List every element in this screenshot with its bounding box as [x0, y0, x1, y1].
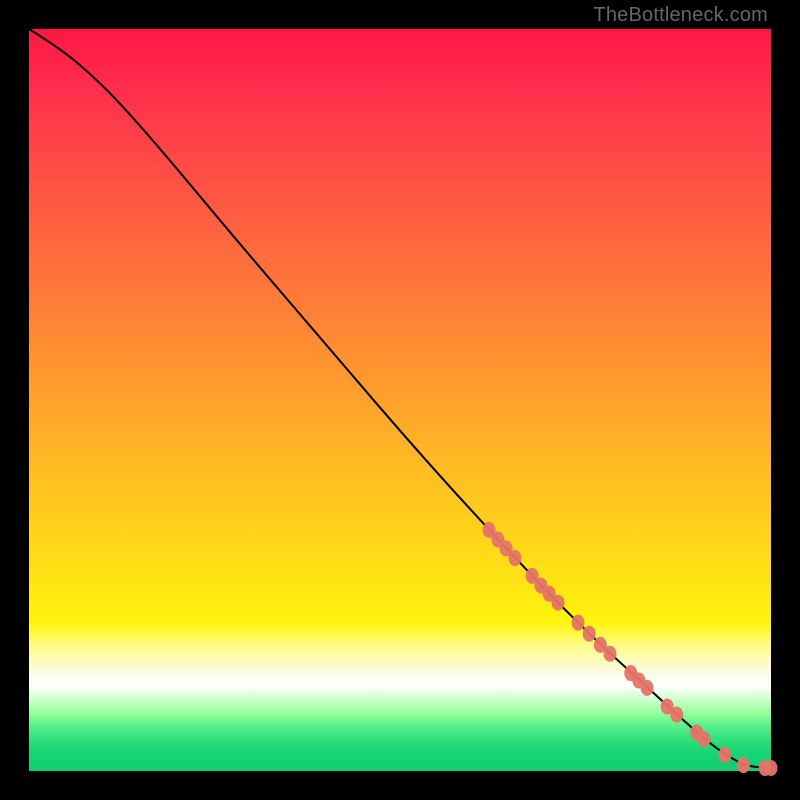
chart-overlay — [29, 29, 771, 771]
data-marker — [719, 747, 732, 763]
data-marker — [509, 550, 522, 566]
data-marker — [670, 707, 683, 723]
data-marker — [552, 595, 565, 611]
data-marker — [737, 757, 750, 773]
data-marker — [765, 760, 778, 776]
data-marker — [572, 615, 585, 631]
data-marker — [583, 626, 596, 642]
watermark-text: TheBottleneck.com — [593, 4, 768, 27]
chart-frame: TheBottleneck.com — [0, 0, 800, 800]
plot-area — [29, 29, 771, 771]
curve-line — [29, 29, 771, 768]
data-marker — [698, 731, 711, 747]
data-marker — [603, 646, 616, 662]
marker-group — [483, 522, 778, 776]
data-marker — [641, 680, 654, 696]
